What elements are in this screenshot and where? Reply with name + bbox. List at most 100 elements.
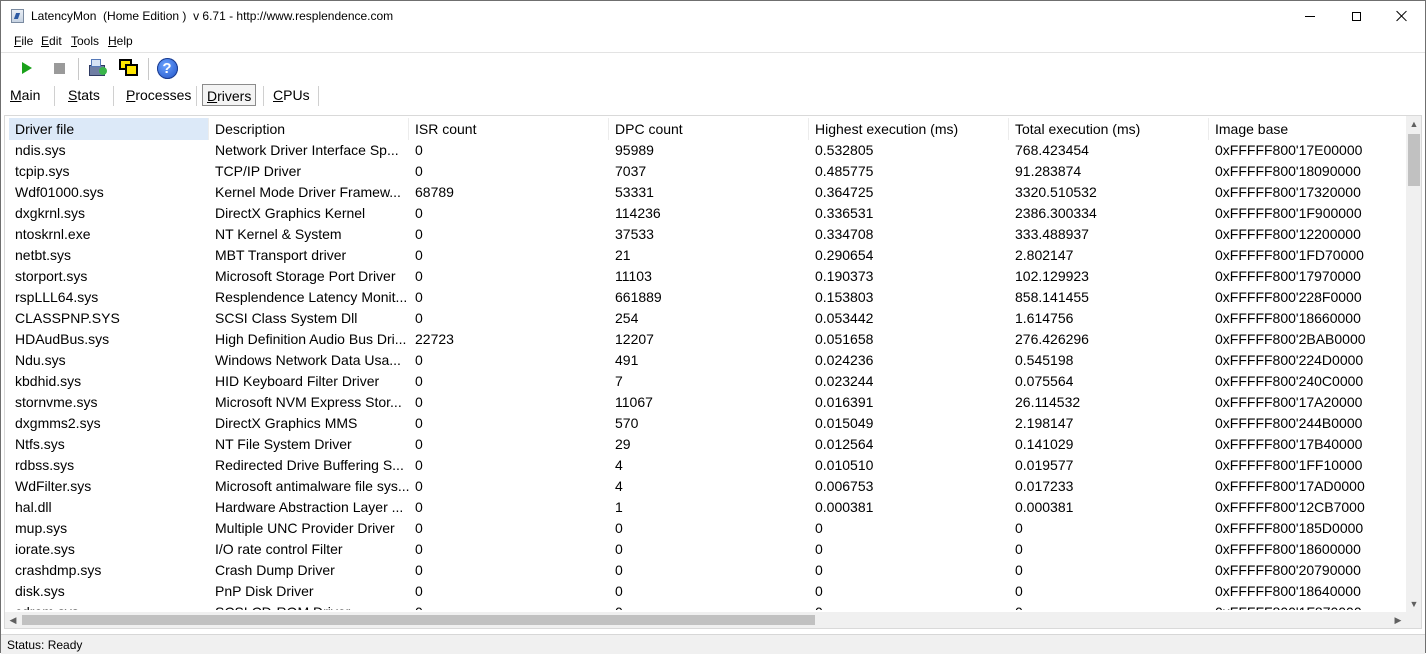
table-row[interactable]: CLASSPNP.SYS SCSI Class System Dll 0 254 0.0… (9, 308, 1409, 329)
cell-image-base: 0xFFFFF800'228F0000 (1215, 289, 1362, 305)
maximize-button[interactable] (1333, 1, 1379, 31)
tab-cpus[interactable]: CPUs (269, 84, 314, 106)
tab-processes[interactable]: Processes (122, 84, 195, 106)
cell-highest-execution: 0.053442 (815, 310, 874, 326)
tab-separator (263, 86, 264, 106)
table-row[interactable]: cdrom.sysSCSI CD-ROM Driver00000xFFFFF80… (9, 602, 1409, 610)
stop-button[interactable] (47, 56, 71, 80)
cell-image-base: 0xFFFFF800'18090000 (1215, 163, 1361, 179)
column-header-driver-file[interactable]: Driver file (9, 118, 209, 140)
horizontal-scroll-thumb[interactable] (22, 615, 815, 625)
cell-dpc-count: 491 (615, 352, 639, 368)
cell-isr-count: 0 (415, 541, 423, 557)
table-row[interactable]: hal.dll Hardware Abstraction Layer ... 0 1 0… (9, 497, 1409, 518)
toolbar: ? (1, 52, 1425, 83)
cell-dpc-count: 254 (615, 310, 639, 326)
cell-total-execution: 0 (1015, 583, 1023, 599)
table-row[interactable]: HDAudBus.sys High Definition Audio Bus Dr… (9, 329, 1409, 350)
table-row[interactable]: stornvme.sys Microsoft NVM Express Stor..… (9, 392, 1409, 413)
menu-edit[interactable]: Edit (41, 34, 62, 48)
table-row[interactable]: storport.sys Microsoft Storage Port Drive… (9, 266, 1409, 287)
menu-help[interactable]: Help (108, 34, 133, 48)
help-button[interactable]: ? (155, 56, 179, 80)
menu-file[interactable]: File (14, 34, 33, 48)
chevron-down-icon[interactable]: ▼ (1406, 596, 1421, 612)
cell-highest-execution: 0.016391 (815, 394, 874, 410)
cell-description: Kernel Mode Driver Framew... (215, 184, 401, 200)
cell-highest-execution: 0.051658 (815, 331, 874, 347)
cell-isr-count: 0 (415, 142, 423, 158)
cell-total-execution: 0.075564 (1015, 373, 1074, 389)
cell-description: High Definition Audio Bus Dri... (215, 331, 407, 347)
table-row[interactable]: dxgmms2.sys DirectX Graphics MMS 0 570 0.015… (9, 413, 1409, 434)
vertical-scrollbar[interactable]: ▲ ▼ (1406, 116, 1421, 612)
cell-total-execution: 0 (1015, 562, 1023, 578)
table-row[interactable]: rdbss.sys Redirected Drive Buffering S...… (9, 455, 1409, 476)
title-bar[interactable]: LatencyMon (Home Edition ) v 6.71 - http… (1, 1, 1425, 31)
column-header-description[interactable]: Description (209, 118, 409, 140)
table-row[interactable]: Wdf01000.sys Kernel Mode Driver Framew...… (9, 182, 1409, 203)
cell-description: NT Kernel & System (215, 226, 342, 242)
column-header-highest-execution[interactable]: Highest execution (ms) (809, 118, 1009, 140)
table-row[interactable]: mup.sys Multiple UNC Provider Driver 0 0 0 0 0… (9, 518, 1409, 539)
table-row[interactable]: WdFilter.sys Microsoft antimalware file s… (9, 476, 1409, 497)
column-header-image-base[interactable]: Image base (1209, 118, 1409, 140)
cell-total-execution: 0 (1015, 520, 1023, 536)
chevron-up-icon[interactable]: ▲ (1406, 116, 1421, 132)
tab-drivers[interactable]: Drivers (202, 84, 257, 106)
tools-button[interactable] (85, 56, 109, 80)
cell-isr-count: 0 (415, 583, 423, 599)
cell-image-base: 0xFFFFF800'18660000 (1215, 310, 1361, 326)
drivers-table[interactable]: Driver file Description ISR count DPC co… (4, 115, 1422, 629)
table-row[interactable]: disk.sys PnP Disk Driver 0 0 0 0 0xFFFFF800'18… (9, 581, 1409, 602)
horizontal-scrollbar[interactable]: ◀ ▶ (5, 612, 1406, 628)
latencymon-app-icon[interactable] (11, 9, 24, 23)
cell-image-base: 0xFFFFF800'17970000 (1215, 268, 1361, 284)
cell-highest-execution: 0 (815, 541, 823, 557)
table-row[interactable]: netbt.sys MBT Transport driver 0 21 0.290654… (9, 245, 1409, 266)
cell-dpc-count: 0 (615, 583, 623, 599)
menu-help-accel: H (108, 34, 117, 48)
cell-dpc-count: 4 (615, 478, 623, 494)
table-row[interactable]: Ntfs.sys NT File System Driver 0 29 0.012564… (9, 434, 1409, 455)
menu-tools[interactable]: Tools (71, 34, 99, 48)
table-row[interactable]: dxgkrnl.sys DirectX Graphics Kernel 0 11423… (9, 203, 1409, 224)
start-button[interactable] (15, 56, 39, 80)
cell-description: SCSI CD-ROM Driver (209, 602, 409, 610)
table-row[interactable]: Ndu.sys Windows Network Data Usa... 0 491 0.… (9, 350, 1409, 371)
chevron-left-icon[interactable]: ◀ (5, 612, 21, 628)
minimize-button[interactable] (1287, 1, 1333, 31)
cell-driver-file: storport.sys (15, 268, 88, 284)
column-header-total-execution[interactable]: Total execution (ms) (1009, 118, 1209, 140)
table-row[interactable]: crashdmp.sys Crash Dump Driver 0 0 0 0 0xFFFFF… (9, 560, 1409, 581)
cell-driver-file: iorate.sys (15, 541, 75, 557)
table-row[interactable]: kbdhid.sys HID Keyboard Filter Driver 0 7 0.… (9, 371, 1409, 392)
tab-main[interactable]: Main (6, 84, 44, 106)
cell-highest-execution: 0 (815, 562, 823, 578)
tab-stats-accel: S (68, 87, 78, 103)
column-header-dpc-count[interactable]: DPC count (609, 118, 809, 140)
cell-image-base: 0xFFFFF800'20790000 (1215, 562, 1361, 578)
table-row[interactable]: rspLLL64.sys Resplendence Latency Monit..… (9, 287, 1409, 308)
cell-image-base: 0xFFFFF800'1FF10000 (1215, 457, 1363, 473)
cell-description: Crash Dump Driver (215, 562, 335, 578)
cell-image-base: 0xFFFFF800'2BAB0000 (1215, 331, 1366, 347)
cell-total-execution: 3320.510532 (1015, 184, 1097, 200)
cell-isr-count: 0 (415, 247, 423, 263)
chevron-right-icon[interactable]: ▶ (1390, 612, 1406, 628)
close-button[interactable] (1379, 1, 1425, 31)
cell-image-base: 0xFFFFF800'185D0000 (1215, 520, 1364, 536)
cell-driver-file: ndis.sys (15, 142, 66, 158)
table-row[interactable]: tcpip.sys TCP/IP Driver 0 7037 0.485775 91.28… (9, 161, 1409, 182)
cell-dpc-count: 661889 (615, 289, 662, 305)
tab-stats[interactable]: Stats (64, 84, 104, 106)
windows-button[interactable] (117, 56, 141, 80)
table-row[interactable]: ndis.sys Network Driver Interface Sp... 0 9… (9, 140, 1409, 161)
table-row[interactable]: ntoskrnl.exe NT Kernel & System 0 37533 0.33… (9, 224, 1409, 245)
help-icon: ? (156, 57, 178, 79)
tab-main-accel: M (10, 87, 22, 103)
column-header-isr-count[interactable]: ISR count (409, 118, 609, 140)
cell-isr-count: 0 (415, 478, 423, 494)
vertical-scroll-thumb[interactable] (1408, 134, 1420, 186)
table-row[interactable]: iorate.sys I/O rate control Filter 0 0 0 0 0xF… (9, 539, 1409, 560)
